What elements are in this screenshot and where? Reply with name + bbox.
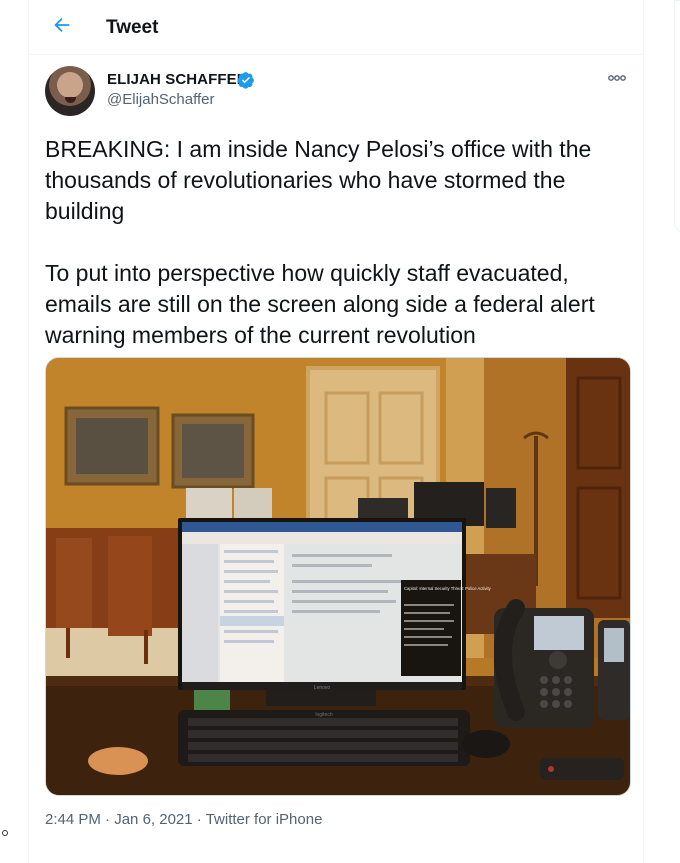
tweet-source[interactable]: Twitter for iPhone [206,811,323,828]
page-title: Tweet [106,17,159,38]
top-bar: Tweet [29,0,643,55]
more-options-button[interactable] [605,70,629,88]
back-button[interactable] [49,14,75,40]
tweet-meta: 2:44 PM · Jan 6, 2021 · Twitter for iPho… [45,811,322,829]
tweet-time[interactable]: 2:44 PM [45,811,101,828]
avatar[interactable] [45,66,95,116]
right-panel-box [674,0,680,234]
tweet-paragraph: BREAKING: I am inside Nancy Pelosi’s off… [45,136,598,224]
office-photo-illustration: Capitol: Internal Security Threat: Polic… [46,358,630,795]
arrow-left-icon [54,17,70,33]
tweet-paragraph: To put into perspective how quickly staf… [45,260,602,348]
author-handle[interactable]: @ElijahSchaffer [107,91,215,109]
stray-dot [2,830,8,836]
tweet-text: BREAKING: I am inside Nancy Pelosi’s off… [45,134,625,351]
verified-badge-icon [237,72,254,89]
meta-separator: · [192,811,206,828]
tweet-column: Tweet ELIJAH SCHAFFER @ElijahSchaffer BR… [28,0,644,863]
tweet-photo[interactable]: Capitol: Internal Security Threat: Polic… [45,357,631,796]
meta-separator: · [100,811,115,828]
author-name[interactable]: ELIJAH SCHAFFER [107,71,248,89]
tweet-date[interactable]: Jan 6, 2021 [114,811,192,828]
more-options-icon [608,75,626,81]
